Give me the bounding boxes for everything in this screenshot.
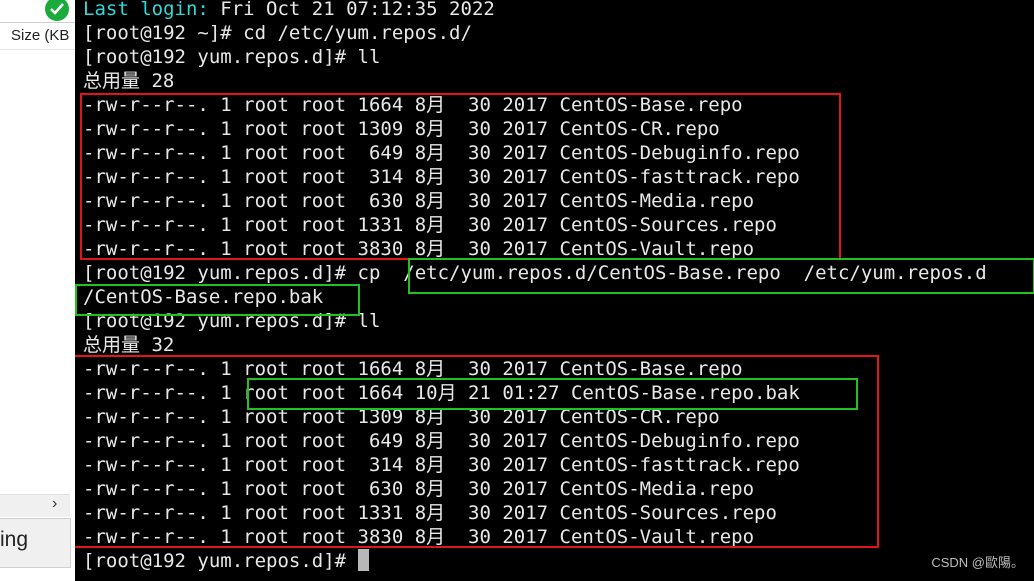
terminal-window[interactable]: Last login: Fri Oct 21 07:12:35 2022 [ro…	[75, 0, 1034, 581]
expand-row[interactable]: ›	[0, 494, 70, 517]
terminal-line: 总用量 32	[83, 334, 175, 356]
truncated-tab[interactable]: ing	[0, 518, 71, 568]
text-cursor	[357, 549, 369, 571]
highlight-box-original-listing	[80, 93, 841, 260]
terminal-line: 总用量 28	[83, 70, 175, 92]
last-login-label: Last login:	[83, 0, 209, 20]
highlight-box-dest-path	[75, 284, 360, 316]
watermark: CSDN @歐陽。	[931, 555, 1024, 570]
file-panel: Size (KB › ing	[0, 0, 76, 581]
shell-prompt: [root@192 yum.repos.d]#	[83, 550, 358, 572]
highlight-box-backup-file	[247, 378, 858, 410]
terminal-line: [root@192 ~]# cd /etc/yum.repos.d/	[83, 22, 472, 44]
check-icon	[45, 0, 69, 21]
prompt-line[interactable]: [root@192 yum.repos.d]#	[83, 549, 369, 573]
last-login-line: Last login: Fri Oct 21 07:12:35 2022	[83, 0, 495, 21]
size-column-header[interactable]: Size (KB	[0, 22, 75, 50]
size-column-label: Size (KB	[11, 27, 70, 44]
truncated-tab-label: ing	[0, 528, 29, 551]
terminal-line: [root@192 yum.repos.d]# ll	[83, 46, 381, 68]
chevron-right-icon[interactable]: ›	[52, 495, 57, 513]
highlight-box-source-path	[408, 258, 1034, 294]
last-login-value: Fri Oct 21 07:12:35 2022	[208, 0, 495, 20]
